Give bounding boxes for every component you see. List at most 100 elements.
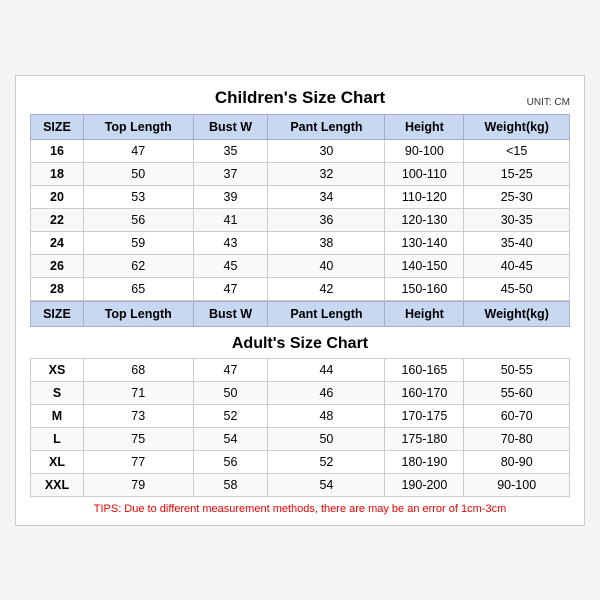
table-cell: XS	[31, 358, 84, 381]
table-cell: 55-60	[464, 381, 570, 404]
children-col-weight: Weight(kg)	[464, 114, 570, 139]
table-cell: 140-150	[385, 254, 464, 277]
table-cell: 110-120	[385, 185, 464, 208]
table-cell: 22	[31, 208, 84, 231]
adults-col-height: Height	[385, 301, 464, 326]
adults-col-bust-w: Bust W	[193, 301, 268, 326]
table-row: XS684744160-16550-55	[31, 358, 570, 381]
table-cell: 50	[193, 381, 268, 404]
table-cell: 30	[268, 139, 385, 162]
table-cell: 30-35	[464, 208, 570, 231]
table-cell: 32	[268, 162, 385, 185]
table-cell: 50	[268, 427, 385, 450]
table-cell: 175-180	[385, 427, 464, 450]
table-row: XL775652180-19080-90	[31, 450, 570, 473]
table-cell: 24	[31, 231, 84, 254]
table-cell: 18	[31, 162, 84, 185]
table-cell: 52	[268, 450, 385, 473]
table-cell: 90-100	[464, 473, 570, 496]
children-header-row: SIZE Top Length Bust W Pant Length Heigh…	[31, 114, 570, 139]
children-col-bust-w: Bust W	[193, 114, 268, 139]
children-title-row: Children's Size Chart UNIT: CM	[30, 88, 570, 108]
table-cell: 50	[83, 162, 193, 185]
table-cell: 43	[193, 231, 268, 254]
table-cell: 100-110	[385, 162, 464, 185]
table-cell: 62	[83, 254, 193, 277]
table-cell: 54	[268, 473, 385, 496]
table-cell: 73	[83, 404, 193, 427]
table-cell: 190-200	[385, 473, 464, 496]
table-cell: 15-25	[464, 162, 570, 185]
table-row: 20533934110-12025-30	[31, 185, 570, 208]
tips-text: TIPS: Due to different measurement metho…	[94, 503, 506, 515]
table-cell: 70-80	[464, 427, 570, 450]
adults-chart-title: Adult's Size Chart	[31, 326, 570, 358]
adults-table: Adult's Size Chart SIZE Top Length Bust …	[30, 301, 570, 497]
adults-col-top-length: Top Length	[83, 301, 193, 326]
table-cell: 56	[193, 450, 268, 473]
table-cell: 71	[83, 381, 193, 404]
table-cell: L	[31, 427, 84, 450]
table-row: 1647353090-100<15	[31, 139, 570, 162]
table-cell: 39	[193, 185, 268, 208]
table-cell: 47	[83, 139, 193, 162]
table-cell: 50-55	[464, 358, 570, 381]
table-cell: 130-140	[385, 231, 464, 254]
table-cell: 77	[83, 450, 193, 473]
table-cell: 40-45	[464, 254, 570, 277]
children-col-top-length: Top Length	[83, 114, 193, 139]
children-table: SIZE Top Length Bust W Pant Length Heigh…	[30, 114, 570, 301]
unit-label: UNIT: CM	[527, 97, 570, 108]
table-cell: 53	[83, 185, 193, 208]
table-cell: 45	[193, 254, 268, 277]
table-cell: 90-100	[385, 139, 464, 162]
table-cell: 180-190	[385, 450, 464, 473]
table-cell: <15	[464, 139, 570, 162]
table-row: 24594338130-14035-40	[31, 231, 570, 254]
table-cell: 40	[268, 254, 385, 277]
table-row: 18503732100-11015-25	[31, 162, 570, 185]
table-cell: 35	[193, 139, 268, 162]
table-cell: 35-40	[464, 231, 570, 254]
table-cell: 45-50	[464, 277, 570, 300]
table-cell: 58	[193, 473, 268, 496]
table-cell: 56	[83, 208, 193, 231]
table-cell: 47	[193, 358, 268, 381]
table-cell: 20	[31, 185, 84, 208]
table-cell: 48	[268, 404, 385, 427]
table-cell: 160-170	[385, 381, 464, 404]
table-row: 26624540140-15040-45	[31, 254, 570, 277]
adults-col-size: SIZE	[31, 301, 84, 326]
table-cell: 16	[31, 139, 84, 162]
table-cell: 120-130	[385, 208, 464, 231]
table-cell: M	[31, 404, 84, 427]
adults-col-weight: Weight(kg)	[464, 301, 570, 326]
table-cell: 41	[193, 208, 268, 231]
table-cell: 150-160	[385, 277, 464, 300]
adults-header-row: SIZE Top Length Bust W Pant Length Heigh…	[31, 301, 570, 326]
table-cell: 52	[193, 404, 268, 427]
table-cell: 47	[193, 277, 268, 300]
children-col-height: Height	[385, 114, 464, 139]
table-row: 28654742150-16045-50	[31, 277, 570, 300]
table-row: M735248170-17560-70	[31, 404, 570, 427]
table-cell: 42	[268, 277, 385, 300]
table-cell: 68	[83, 358, 193, 381]
children-col-size: SIZE	[31, 114, 84, 139]
table-cell: 37	[193, 162, 268, 185]
adults-title-row: Adult's Size Chart	[31, 326, 570, 358]
table-row: XXL795854190-20090-100	[31, 473, 570, 496]
table-cell: 65	[83, 277, 193, 300]
table-cell: 54	[193, 427, 268, 450]
table-cell: XL	[31, 450, 84, 473]
table-cell: 80-90	[464, 450, 570, 473]
tips-row: TIPS: Due to different measurement metho…	[30, 503, 570, 515]
table-cell: S	[31, 381, 84, 404]
table-cell: 60-70	[464, 404, 570, 427]
table-cell: 28	[31, 277, 84, 300]
table-cell: 36	[268, 208, 385, 231]
table-cell: 75	[83, 427, 193, 450]
table-cell: 38	[268, 231, 385, 254]
table-cell: 160-165	[385, 358, 464, 381]
table-cell: 26	[31, 254, 84, 277]
